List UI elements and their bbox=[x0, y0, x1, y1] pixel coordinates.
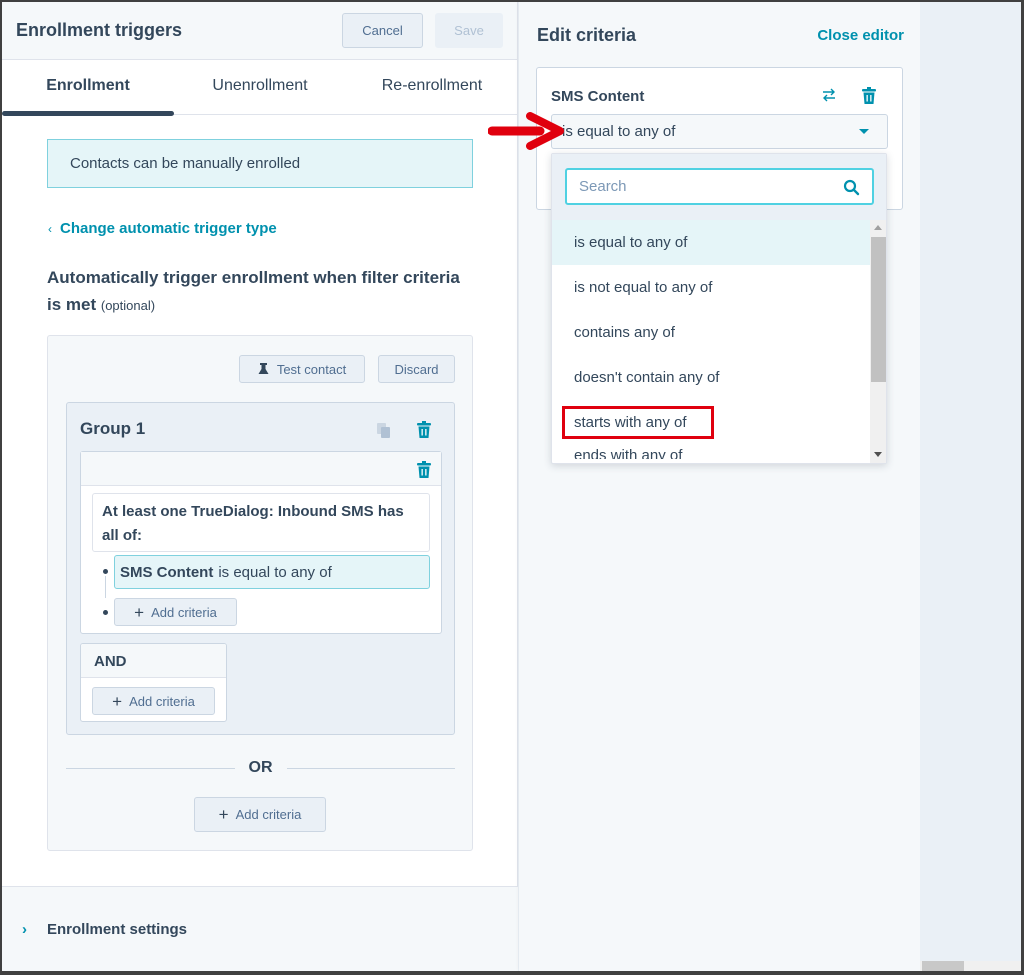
divider-line bbox=[286, 767, 455, 769]
add-criteria-button[interactable]: + Add criteria bbox=[114, 598, 237, 626]
close-editor-link[interactable]: Close editor bbox=[817, 27, 904, 44]
save-button[interactable]: Save bbox=[435, 13, 503, 48]
add-criteria-label: Add criteria bbox=[129, 693, 195, 709]
filter-group: Group 1 At least one TrueDialog: Inbound… bbox=[66, 402, 455, 735]
change-trigger-type-label: Change automatic trigger type bbox=[60, 220, 277, 237]
criteria-card: At least one TrueDialog: Inbound SMS has… bbox=[80, 451, 442, 634]
add-criteria-label: Add criteria bbox=[151, 604, 217, 620]
and-label: AND bbox=[81, 644, 226, 678]
option-doesnt-contain-any-of[interactable]: doesn't contain any of bbox=[552, 355, 870, 400]
or-add-criteria-button[interactable]: + Add criteria bbox=[194, 797, 326, 832]
delete-group-icon[interactable] bbox=[417, 421, 431, 438]
plus-icon: + bbox=[134, 602, 145, 622]
plus-icon: + bbox=[218, 805, 229, 824]
and-block: AND + Add criteria bbox=[80, 643, 227, 722]
dropdown-search-box bbox=[565, 168, 874, 205]
operator-selected-value: is equal to any of bbox=[562, 123, 676, 140]
or-label: OR bbox=[248, 759, 273, 776]
background-page bbox=[920, 2, 1021, 971]
criterion-operator: is equal to any of bbox=[218, 563, 332, 581]
panel-header: Enrollment triggers Cancel Save bbox=[2, 2, 517, 60]
option-ends-with-any-of[interactable]: ends with any of bbox=[552, 445, 870, 459]
panel-title: Enrollment triggers bbox=[16, 20, 183, 40]
filter-criteria-box: Test contact Discard Group 1 At least on… bbox=[47, 335, 473, 851]
discard-button[interactable]: Discard bbox=[378, 355, 455, 383]
enrollment-triggers-panel: Enrollment triggers Cancel Save Enrollme… bbox=[2, 2, 518, 971]
tab-unenrollment[interactable]: Unenrollment bbox=[174, 60, 346, 112]
group-title: Group 1 bbox=[80, 419, 146, 438]
search-icon bbox=[843, 179, 860, 196]
criterion-sms-content[interactable]: SMS Content is equal to any of bbox=[114, 555, 430, 589]
tab-re-enrollment[interactable]: Re-enrollment bbox=[346, 60, 518, 112]
connector-line bbox=[105, 576, 106, 598]
delete-criterion-icon[interactable] bbox=[862, 87, 876, 104]
enrollment-settings-toggle[interactable]: › Enrollment settings bbox=[2, 886, 518, 971]
operator-dropdown: is equal to any of is not equal to any o… bbox=[551, 153, 887, 464]
and-add-criteria-button[interactable]: + Add criteria bbox=[92, 687, 215, 715]
operator-options-list: is equal to any of is not equal to any o… bbox=[552, 220, 870, 459]
object-condition-text: At least one TrueDialog: Inbound SMS has… bbox=[92, 493, 430, 552]
criteria-card-header bbox=[81, 452, 441, 486]
add-criteria-label: Add criteria bbox=[235, 807, 302, 822]
option-is-equal-to-any-of[interactable]: is equal to any of bbox=[552, 220, 870, 265]
caret-down-icon bbox=[859, 129, 869, 134]
scrollbar-thumb[interactable] bbox=[871, 237, 886, 382]
horizontal-scrollbar-thumb[interactable] bbox=[922, 961, 964, 971]
active-tab-indicator bbox=[2, 111, 174, 116]
edit-criteria-panel: Edit criteria Close editor SMS Content i… bbox=[519, 2, 920, 971]
option-contains-any-of[interactable]: contains any of bbox=[552, 310, 870, 355]
divider-line bbox=[66, 767, 235, 769]
app-frame: Enrollment triggers Cancel Save Enrollme… bbox=[2, 2, 1021, 971]
property-name: SMS Content bbox=[551, 88, 645, 105]
option-is-not-equal-to-any-of[interactable]: is not equal to any of bbox=[552, 265, 870, 310]
scroll-up-arrow-icon[interactable] bbox=[874, 225, 882, 230]
horizontal-scrollbar[interactable] bbox=[920, 961, 1021, 971]
optional-label: (optional) bbox=[100, 298, 156, 313]
plus-icon: + bbox=[112, 691, 123, 711]
chevron-left-icon: ‹ bbox=[48, 221, 52, 236]
operator-select[interactable]: is equal to any of bbox=[551, 114, 888, 149]
clone-icon[interactable] bbox=[377, 423, 391, 439]
swap-icon[interactable] bbox=[821, 87, 837, 103]
change-trigger-type-link[interactable]: ‹ Change automatic trigger type bbox=[48, 220, 277, 237]
option-starts-with-any-of[interactable]: starts with any of bbox=[552, 400, 870, 445]
test-contact-button[interactable]: Test contact bbox=[239, 355, 365, 383]
bullet-dot bbox=[103, 610, 108, 615]
dropdown-scrollbar[interactable] bbox=[870, 220, 886, 463]
chevron-right-icon: › bbox=[22, 920, 27, 938]
operator-search-input[interactable] bbox=[579, 178, 829, 195]
test-contact-label: Test contact bbox=[276, 361, 347, 377]
edit-criteria-title: Edit criteria bbox=[537, 25, 637, 45]
manual-enrollment-notice: Contacts can be manually enrolled bbox=[47, 139, 473, 188]
bullet-dot bbox=[103, 569, 108, 574]
or-divider: OR bbox=[66, 758, 455, 778]
cancel-button[interactable]: Cancel bbox=[342, 13, 423, 48]
delete-criteria-icon[interactable] bbox=[417, 461, 431, 478]
dropdown-search-area bbox=[552, 154, 886, 220]
tab-enrollment[interactable]: Enrollment bbox=[2, 60, 174, 112]
auto-trigger-heading: Automatically trigger enrollment when fi… bbox=[47, 264, 467, 319]
tab-bar: Enrollment Unenrollment Re-enrollment bbox=[2, 60, 518, 116]
enrollment-settings-label: Enrollment settings bbox=[47, 920, 188, 938]
flask-icon bbox=[258, 363, 269, 374]
criterion-property: SMS Content bbox=[120, 563, 214, 581]
scroll-down-arrow-icon[interactable] bbox=[874, 452, 882, 457]
